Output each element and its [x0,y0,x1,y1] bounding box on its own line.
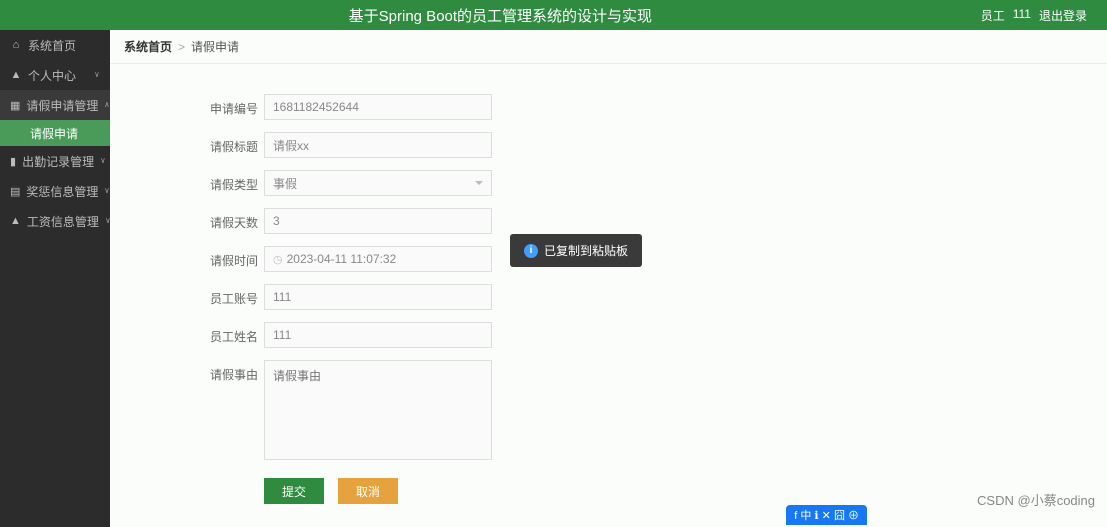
main-content: 系统首页 > 请假申请 申请编号 请假标题 请假类型 事假 请假天数 [110,30,1107,527]
sidebar-item-home[interactable]: ⌂ 系统首页 [0,30,110,60]
sidebar-item-label: 奖惩信息管理 [26,183,98,200]
sidebar-item-label: 出勤记录管理 [22,153,94,170]
grid-icon: ▦ [10,99,20,112]
logout-link[interactable]: 退出登录 [1039,7,1087,24]
chevron-down-icon: ˅ [95,70,99,81]
chevron-down-icon: ˅ [105,186,109,197]
watermark: CSDN @小蔡coding [977,490,1095,509]
home-icon: ⌂ [10,39,22,51]
select-type-value: 事假 [273,175,297,192]
input-empname[interactable] [264,322,492,348]
input-empno[interactable] [264,284,492,310]
breadcrumb-home[interactable]: 系统首页 [124,38,172,55]
sidebar-item-salary[interactable]: ▲ 工资信息管理 ˅ [0,206,110,236]
sidebar-sub-label: 请假申请 [30,125,78,142]
cancel-button[interactable]: 取消 [338,478,398,504]
sidebar-item-leave[interactable]: ▦ 请假申请管理 ˄ [0,90,110,120]
sidebar: ⌂ 系统首页 ▲ 个人中心 ˅ ▦ 请假申请管理 ˄ 请假申请 ▮ 出勤记录管理… [0,30,110,527]
toast-notification: i 已复制到粘贴板 [510,234,642,267]
bottom-badge: f 中 ℹ ✕ 囧 ⊕ [786,505,867,525]
textarea-reason[interactable] [264,360,492,460]
label-empno: 员工账号 [210,284,264,307]
input-days[interactable] [264,208,492,234]
user-name: 111 [1013,7,1031,24]
label-reason: 请假事由 [210,360,264,383]
app-title: 基于Spring Boot的员工管理系统的设计与实现 [20,5,981,26]
select-type[interactable]: 事假 [264,170,492,196]
chart-icon: ▮ [10,155,16,168]
label-type: 请假类型 [210,170,264,193]
label-empname: 员工姓名 [210,322,264,345]
input-title[interactable] [264,132,492,158]
submit-button[interactable]: 提交 [264,478,324,504]
app-header: 基于Spring Boot的员工管理系统的设计与实现 员工 111 退出登录 [0,0,1107,30]
header-user-area: 员工 111 退出登录 [981,7,1087,24]
sidebar-item-label: 个人中心 [28,67,88,84]
clock-icon: ◷ [273,253,283,266]
sidebar-item-label: 系统首页 [28,37,100,54]
info-icon: i [524,244,538,258]
input-time-value: 2023-04-11 11:07:32 [287,252,397,266]
chevron-up-icon: ˄ [105,100,109,111]
input-id[interactable] [264,94,492,120]
sidebar-item-reward[interactable]: ▤ 奖惩信息管理 ˅ [0,176,110,206]
person-icon: ▲ [10,215,21,227]
breadcrumb: 系统首页 > 请假申请 [110,30,1107,64]
breadcrumb-separator: > [178,40,185,54]
input-time[interactable]: ◷ 2023-04-11 11:07:32 [264,246,492,272]
sidebar-sub-leave-apply[interactable]: 请假申请 [0,120,110,146]
monitor-icon: ▤ [10,185,20,198]
label-id: 申请编号 [210,94,264,117]
sidebar-item-label: 请假申请管理 [26,97,98,114]
breadcrumb-current: 请假申请 [191,38,239,55]
leave-form: 申请编号 请假标题 请假类型 事假 请假天数 请假时间 ◷ [110,64,1107,527]
sidebar-item-label: 工资信息管理 [27,213,99,230]
sidebar-item-attendance[interactable]: ▮ 出勤记录管理 ˅ [0,146,110,176]
toast-text: 已复制到粘贴板 [544,242,628,259]
user-role: 员工 [981,7,1005,24]
label-title: 请假标题 [210,132,264,155]
sidebar-item-profile[interactable]: ▲ 个人中心 ˅ [0,60,110,90]
chevron-down-icon: ˅ [101,156,105,167]
label-time: 请假时间 [210,246,264,269]
label-days: 请假天数 [210,208,264,231]
user-icon: ▲ [10,69,22,81]
